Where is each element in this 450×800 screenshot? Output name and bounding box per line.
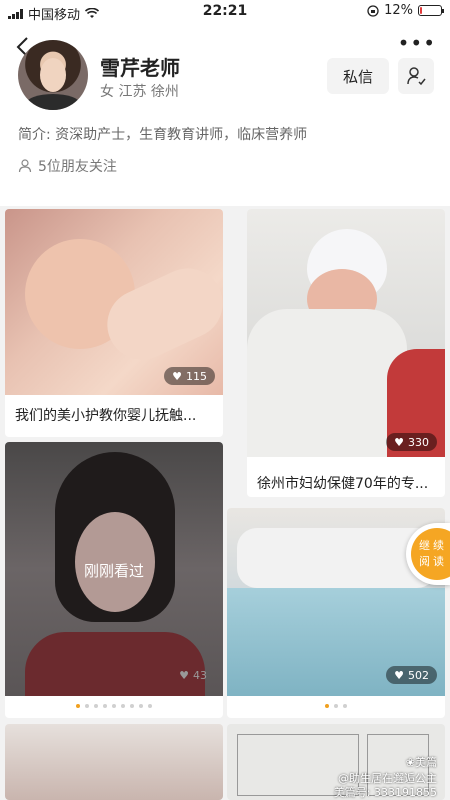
follow-button[interactable] (398, 58, 434, 94)
post-card[interactable]: 刚刚看过 ♥ 43 (5, 442, 223, 718)
battery-percent: 12% (384, 3, 413, 18)
carousel-indicator (5, 704, 223, 708)
profile-name: 雪芹老师 (100, 56, 180, 80)
continue-reading-line1: 继续 (419, 539, 447, 552)
post-card[interactable]: ♥ 115 我们的美小护教你婴儿抚触... (5, 209, 223, 437)
heart-icon: ♥ (179, 668, 189, 682)
app-logo-icon: ❀ (405, 756, 415, 769)
like-count: ♥ 330 (386, 433, 437, 451)
heart-icon: ♥ (394, 668, 404, 682)
post-card[interactable]: ❀美篇 @助生居在邂逅公主 美篇号: 333191855 (227, 724, 445, 800)
post-card[interactable] (5, 724, 223, 800)
continue-reading-line2: 阅读 (419, 555, 447, 568)
carousel-indicator (227, 704, 445, 708)
like-count: ♥ 43 (179, 668, 207, 682)
profile-bio: 简介: 资深助产士，生育教育讲师，临床营养师 (18, 127, 308, 143)
like-count: ♥ 115 (164, 367, 215, 385)
friends-following[interactable]: 5位朋友关注 (18, 156, 117, 176)
like-count: ♥ 502 (386, 666, 437, 684)
recently-viewed-label: 刚刚看过 (83, 562, 144, 580)
battery-icon (418, 5, 444, 16)
avatar[interactable] (18, 40, 88, 110)
id-watermark: 美篇号: 333191855 (333, 786, 437, 799)
rotation-lock-icon (367, 4, 379, 17)
status-bar: 中国移动 22:21 12% (0, 0, 450, 24)
app-watermark: ❀美篇 (405, 756, 437, 769)
add-follow-icon (407, 67, 426, 86)
private-message-button[interactable]: 私信 (327, 58, 389, 94)
post-image (247, 209, 445, 457)
more-options-icon[interactable]: ••• (398, 33, 436, 53)
friends-label: 5位朋友关注 (38, 159, 117, 175)
person-icon (18, 159, 32, 173)
post-title: 我们的美小护教你婴儿抚触... (15, 408, 197, 424)
post-card[interactable]: ♥ 330 徐州市妇幼保健70年的专... (247, 209, 445, 497)
profile-location: 女 江苏 徐州 (100, 84, 179, 100)
heart-icon: ♥ (172, 369, 182, 383)
profile-header: ••• 雪芹老师 女 江苏 徐州 私信 简介: 资深助产士，生育教育讲师，临床营… (0, 24, 450, 206)
heart-icon: ♥ (394, 435, 404, 449)
post-title: 徐州市妇幼保健70年的专... (257, 476, 429, 492)
